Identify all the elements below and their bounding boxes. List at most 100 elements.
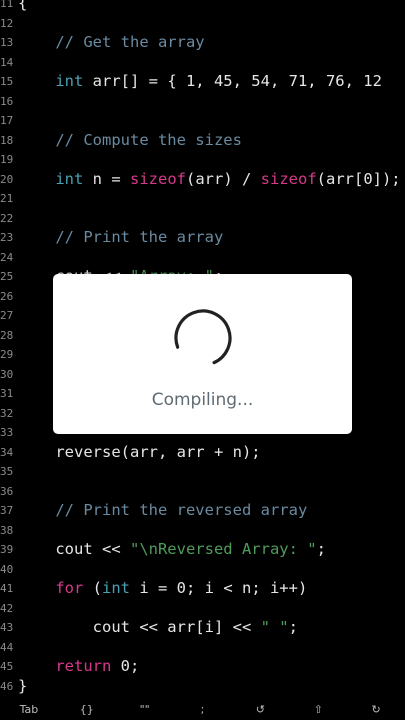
line-number: 34 [0,445,14,459]
code-token: (arr) / [186,169,261,188]
code-text: { [18,0,27,14]
code-token: // Get the array [18,33,205,51]
code-token: " " [260,618,289,636]
code-line[interactable]: 17 [0,111,405,131]
line-number: 22 [0,211,14,225]
code-line[interactable]: 11 { [0,0,405,14]
undo-key[interactable]: ↺ [231,700,289,720]
line-number: 13 [0,36,14,49]
code-line[interactable]: 36 [0,482,405,502]
code-token: ; [316,540,326,558]
code-line[interactable]: 46} [0,677,405,697]
code-line[interactable]: 34 reverse(arr, arr + n); [0,443,405,463]
code-text: reverse(arr, arr + n); [18,442,261,463]
code-token: cout << [18,540,130,558]
line-number: 27 [0,309,14,322]
code-token: // Print the reversed array [18,501,308,519]
code-line[interactable]: 19 [0,150,405,170]
line-number: 42 [0,601,14,615]
line-number: 29 [0,348,14,361]
code-text: int arr[] = { 1, 45, 54, 71, 76, 12 [18,72,382,92]
line-number: 12 [0,16,14,30]
code-token: return [55,657,112,675]
code-token: 0; [111,657,140,675]
tab-key[interactable]: Tab [0,700,58,720]
code-token: // Print the array [18,228,224,246]
line-number: 19 [0,153,14,166]
line-number: 15 [0,75,14,88]
semicolon-key[interactable]: ; [174,700,232,720]
line-number: 18 [0,133,14,147]
code-line[interactable]: 22 [0,209,405,229]
code-text: // Print the reversed array [18,501,307,521]
code-line[interactable]: 23 // Print the array [0,228,405,248]
code-token: i = 0; i < n; i++) [130,579,308,597]
line-number: 44 [0,640,14,654]
code-line[interactable]: 35 [0,462,405,482]
line-number: 37 [0,504,14,517]
code-line[interactable]: 13 // Get the array [0,33,405,53]
code-line[interactable]: 42 [0,599,405,619]
code-token: arr[] = { 1, 45, 54, 71, 76, 12 [83,72,382,90]
code-token: sizeof [130,169,186,188]
shift-key[interactable]: ⇧ [289,700,347,720]
line-number: 23 [0,231,14,244]
code-line[interactable]: 18 // Compute the sizes [0,131,405,151]
line-number: 38 [0,523,14,537]
code-text: for (int i = 0; i < n; i++) [18,579,307,599]
code-text: } [18,677,27,697]
line-number: 11 [0,0,14,10]
code-line[interactable]: 41 for (int i = 0; i < n; i++) [0,579,405,599]
line-number: 32 [0,406,14,420]
code-text: // Compute the sizes [18,131,242,151]
code-line[interactable]: 45 return 0; [0,657,405,677]
code-line[interactable]: 43 cout << arr[i] << " "; [0,618,405,638]
code-line[interactable]: 12 [0,14,405,34]
code-line[interactable]: 40 [0,560,405,580]
line-number: 41 [0,582,14,595]
code-line[interactable]: 37 // Print the reversed array [0,501,405,521]
line-number: 45 [0,660,14,673]
line-number: 26 [0,289,14,303]
code-line[interactable]: 39 cout << "\nReversed Array: "; [0,540,405,560]
code-line[interactable]: 15 int arr[] = { 1, 45, 54, 71, 76, 12 [0,72,405,92]
code-line[interactable]: 21 [0,189,405,209]
compiling-message: Compiling... [151,390,254,410]
code-line[interactable]: 16 [0,92,405,112]
code-line[interactable]: 20 int n = sizeof(arr) / sizeof(arr[0]); [0,170,405,190]
code-line[interactable]: 38 [0,521,405,541]
line-number: 43 [0,621,14,634]
quotes-key[interactable]: "" [116,700,174,720]
line-number: 28 [0,328,14,342]
code-line[interactable]: 14 [0,53,405,73]
line-number: 36 [0,484,14,498]
line-number: 20 [0,172,14,186]
line-number: 24 [0,250,14,264]
code-line[interactable]: 24 [0,248,405,268]
line-number: 35 [0,465,14,478]
code-text: // Get the array [18,33,205,53]
code-token: ( [83,579,102,597]
line-number: 33 [0,426,14,439]
code-text: int n = sizeof(arr) / sizeof(arr[0]); [18,169,401,190]
code-token: reverse(arr, arr + n); [18,442,261,461]
code-text: return 0; [18,657,139,677]
code-token: } [18,676,28,695]
redo-key[interactable]: ↻ [347,700,405,720]
line-number: 17 [0,114,14,127]
code-token: int [55,72,84,90]
line-number: 21 [0,192,14,205]
loading-spinner-icon [173,309,232,367]
braces-key[interactable]: {} [58,700,116,720]
line-number: 16 [0,94,14,108]
line-number: 31 [0,387,14,400]
code-line[interactable]: 44 [0,638,405,658]
line-number: 30 [0,367,14,381]
code-token: int [102,579,130,597]
code-token: "\nReversed Array: " [129,540,317,558]
code-token: (arr[0]); [316,169,401,188]
